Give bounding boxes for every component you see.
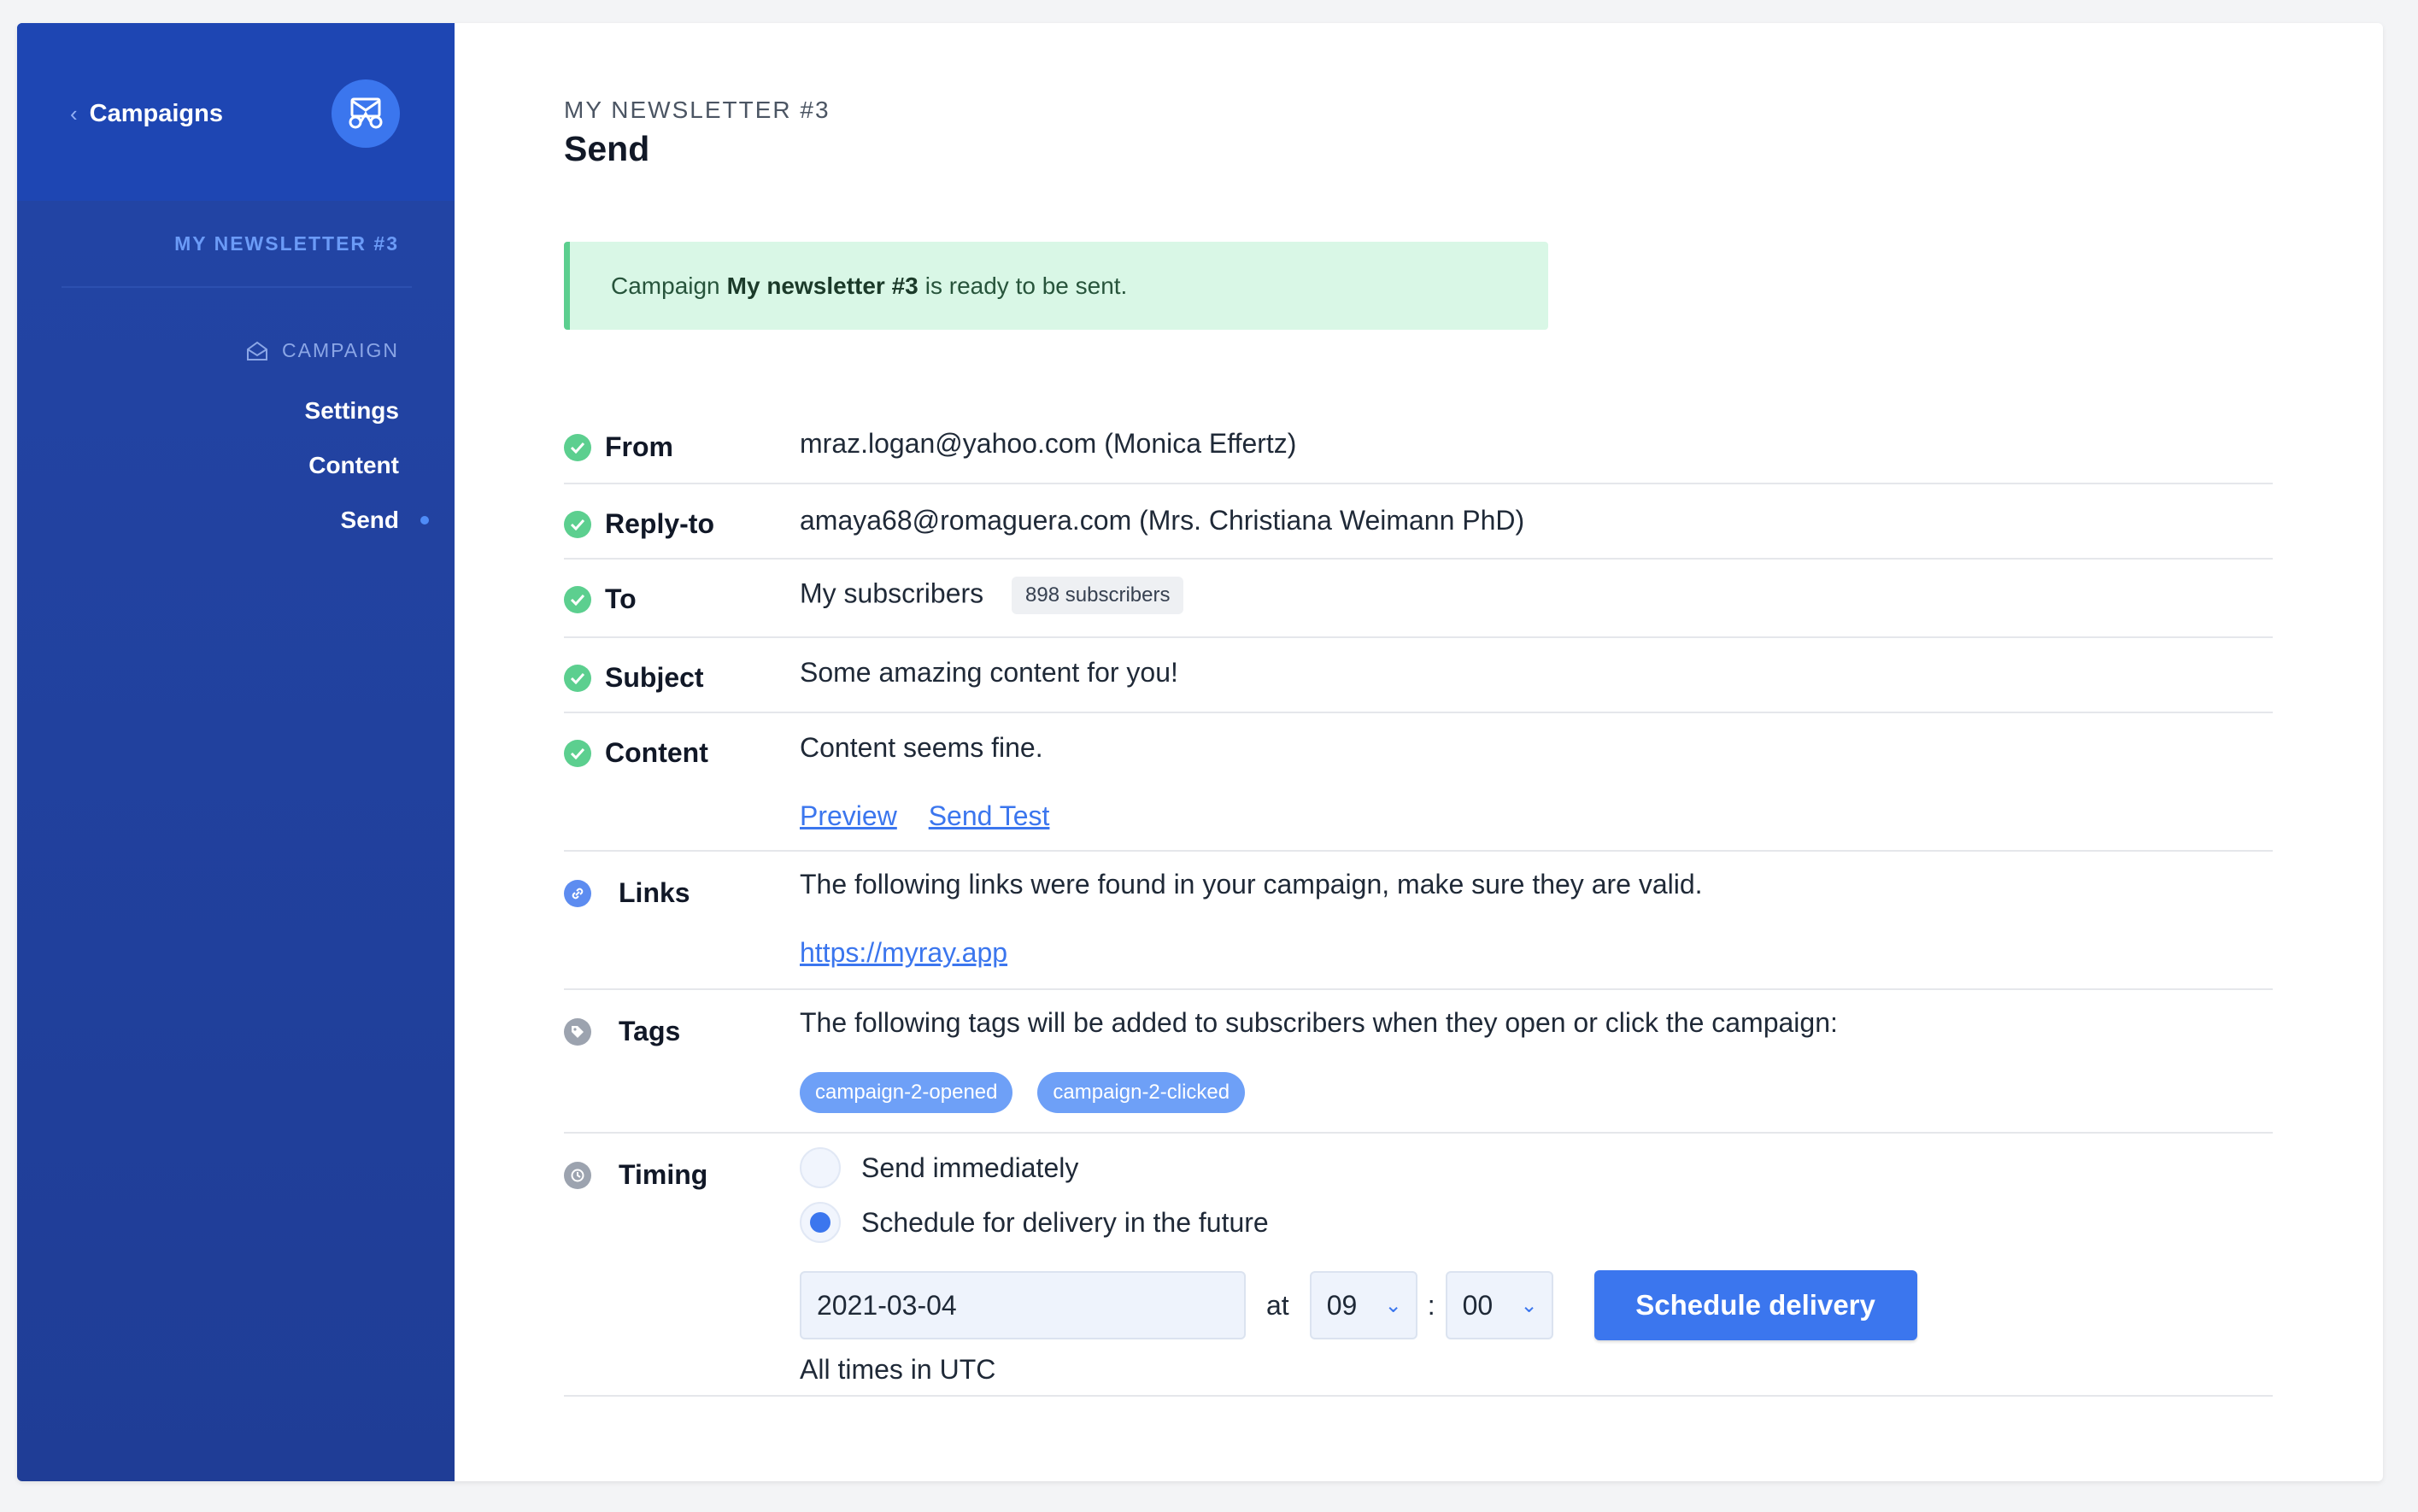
minute-value: 00 xyxy=(1462,1289,1494,1321)
clock-icon xyxy=(564,1161,591,1189)
summary-row-from: From mraz.logan@yahoo.com (Monica Effert… xyxy=(564,399,2273,484)
summary-row-tags: Tags The following tags will be added to… xyxy=(564,990,2273,1134)
summary-row-links: Links The following links were found in … xyxy=(564,852,2273,990)
sidebar-divider xyxy=(62,286,412,288)
radio-selected-dot xyxy=(810,1212,830,1233)
content-value: Content seems fine. xyxy=(800,732,1043,763)
tags-value: The following tags will be added to subs… xyxy=(800,1007,1838,1038)
from-value: mraz.logan@yahoo.com (Monica Effertz) xyxy=(800,428,1297,459)
check-icon xyxy=(564,664,591,692)
links-label: Links xyxy=(619,877,690,908)
radio-immediate-control[interactable] xyxy=(800,1147,841,1188)
radio-schedule-future[interactable]: Schedule for delivery in the future xyxy=(800,1202,1269,1243)
subject-label: Subject xyxy=(605,662,704,693)
page-title: Send xyxy=(564,129,650,168)
chevron-left-icon: ‹ xyxy=(70,101,78,126)
radio-schedule-label: Schedule for delivery in the future xyxy=(861,1206,1269,1238)
summary-row-to: To My subscribers 898 subscribers xyxy=(564,560,2273,638)
found-link[interactable]: https://myray.app xyxy=(800,937,1007,968)
subscriber-count-badge: 898 subscribers xyxy=(1012,577,1184,614)
check-icon xyxy=(564,739,591,767)
main-content: MY NEWSLETTER #3 Send Campaign My newsle… xyxy=(564,23,2383,1481)
summary-row-subject: Subject Some amazing content for you! xyxy=(564,638,2273,713)
subject-value: Some amazing content for you! xyxy=(800,657,1178,688)
subject-label-wrap: Subject xyxy=(564,662,704,694)
links-value: The following links were found in your c… xyxy=(800,869,1703,900)
radio-schedule-control[interactable] xyxy=(800,1202,841,1243)
hour-select[interactable]: 09 ⌄ xyxy=(1309,1271,1417,1339)
sidebar-item-content[interactable]: Content xyxy=(308,452,399,479)
links-label-wrap: Links xyxy=(564,877,690,909)
back-link-label: Campaigns xyxy=(89,100,223,127)
date-input[interactable]: 2021-03-04 xyxy=(800,1271,1246,1339)
tags-label-wrap: Tags xyxy=(564,1016,680,1047)
timing-label-wrap: Timing xyxy=(564,1159,707,1191)
timezone-hint: All times in UTC xyxy=(800,1354,996,1385)
sidebar-item-send[interactable]: Send xyxy=(341,507,399,534)
sidebar-section-label: CAMPAIGN xyxy=(282,339,399,361)
sidebar-item-settings[interactable]: Settings xyxy=(305,397,399,425)
hour-value: 09 xyxy=(1326,1289,1358,1321)
alert-suffix: is ready to be sent. xyxy=(924,272,1128,299)
envelope-open-icon xyxy=(247,341,268,360)
reply-to-value: amaya68@romaguera.com (Mrs. Christiana W… xyxy=(800,505,1525,536)
at-label: at xyxy=(1266,1289,1289,1321)
timing-label: Timing xyxy=(619,1159,708,1190)
alert-prefix: Campaign xyxy=(611,272,720,299)
sidebar-section-campaign: CAMPAIGN xyxy=(246,339,399,362)
to-label: To xyxy=(605,583,637,614)
to-label-wrap: To xyxy=(564,583,637,615)
page-kicker: MY NEWSLETTER #3 xyxy=(564,97,830,123)
chevron-down-icon: ⌄ xyxy=(1384,1294,1402,1317)
radio-immediate-label: Send immediately xyxy=(861,1152,1079,1183)
content-label-wrap: Content xyxy=(564,737,708,769)
sidebar-newsletter-name[interactable]: MY NEWSLETTER #3 xyxy=(174,232,399,255)
send-test-link[interactable]: Send Test xyxy=(929,800,1050,831)
time-separator: : xyxy=(1427,1289,1435,1321)
chevron-down-icon: ⌄ xyxy=(1520,1294,1538,1317)
mailcoach-logo-icon xyxy=(349,97,383,129)
timing-options: Send immediately Schedule for delivery i… xyxy=(800,1147,1269,1243)
summary-row-reply-to: Reply-to amaya68@romaguera.com (Mrs. Chr… xyxy=(564,484,2273,560)
check-icon xyxy=(564,510,591,538)
content-links: Preview Send Test xyxy=(800,800,1049,832)
link-icon xyxy=(564,879,591,907)
links-list: https://myray.app xyxy=(800,937,1007,969)
schedule-controls: 2021-03-04 at 09 ⌄ : 00 ⌄ Schedule deliv… xyxy=(800,1270,1917,1340)
schedule-delivery-button[interactable]: Schedule delivery xyxy=(1593,1270,1917,1340)
check-icon xyxy=(564,433,591,461)
from-label-wrap: From xyxy=(564,431,673,463)
tag-icon xyxy=(564,1017,591,1046)
minute-select[interactable]: 00 ⌄ xyxy=(1445,1271,1553,1339)
active-indicator-dot xyxy=(420,516,429,525)
summary-row-content: Content Content seems fine. Preview Send… xyxy=(564,713,2273,852)
back-to-campaigns-link[interactable]: ‹ Campaigns xyxy=(70,100,223,128)
tag-pill: campaign-2-clicked xyxy=(1037,1072,1246,1113)
to-value: My subscribers xyxy=(800,577,984,609)
alert-campaign-name: My newsletter #3 xyxy=(726,272,918,299)
app-logo[interactable] xyxy=(332,79,400,148)
app-card: ‹ Campaigns MY NEWSLETTER #3 CAMPAIGN Se… xyxy=(17,23,2383,1481)
tag-pill: campaign-2-opened xyxy=(800,1072,1013,1113)
radio-send-immediately[interactable]: Send immediately xyxy=(800,1147,1269,1188)
tags-list: campaign-2-opened campaign-2-clicked xyxy=(800,1072,1262,1113)
content-label: Content xyxy=(605,737,708,768)
tags-label: Tags xyxy=(619,1016,681,1046)
preview-link[interactable]: Preview xyxy=(800,800,897,831)
reply-to-label-wrap: Reply-to xyxy=(564,508,714,540)
ready-alert: Campaign My newsletter #3 is ready to be… xyxy=(564,242,1548,330)
summary-row-timing: Timing Send immediately Schedule for del… xyxy=(564,1134,2273,1397)
reply-to-label: Reply-to xyxy=(605,508,714,539)
check-icon xyxy=(564,585,591,613)
from-label: From xyxy=(605,431,673,462)
to-value-wrap: My subscribers 898 subscribers xyxy=(800,577,1184,614)
sidebar: ‹ Campaigns MY NEWSLETTER #3 CAMPAIGN Se… xyxy=(17,23,455,1481)
